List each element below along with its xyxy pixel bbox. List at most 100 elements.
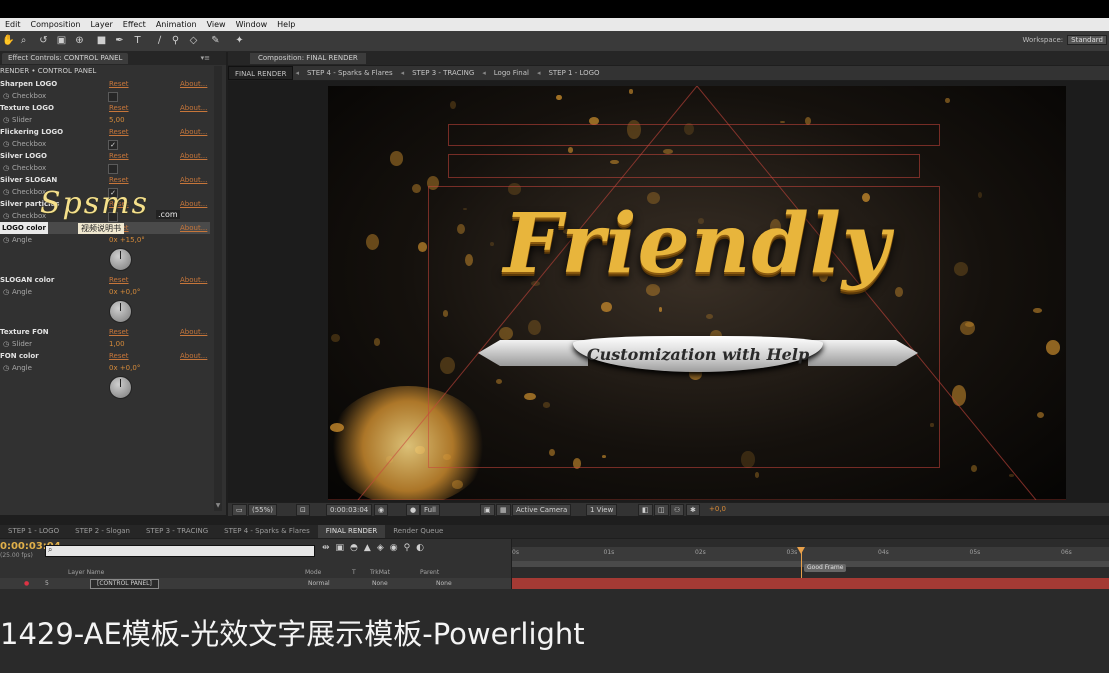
property-checkbox[interactable]: ✓ (108, 140, 118, 150)
always-preview-icon[interactable]: ▭ (232, 504, 247, 516)
zoom-tool-icon[interactable]: ⌕ (18, 35, 29, 46)
breadcrumb-item[interactable]: STEP 4 - Sparks & Flares (301, 66, 399, 80)
transparency-grid-icon[interactable]: ▦ (496, 504, 511, 516)
layer-label-icon[interactable]: ● (24, 578, 29, 589)
effect-row[interactable]: Texture FON Reset About... (0, 326, 210, 338)
menu-composition[interactable]: Composition (26, 18, 86, 31)
angle-dial[interactable] (109, 300, 132, 323)
property-value[interactable]: 0x +0,0° (109, 286, 140, 298)
reset-exposure-icon[interactable]: ✱ (686, 504, 700, 516)
effect-row[interactable]: Silver SLOGAN Reset About... (0, 174, 210, 186)
timeline-tab[interactable]: STEP 4 - Sparks & Flares (216, 525, 318, 538)
camera-tool-icon[interactable]: ▣ (56, 35, 67, 46)
layer-trkmat[interactable]: None (372, 578, 388, 589)
magnification-dropdown[interactable]: (55%) (248, 504, 278, 516)
menu-animation[interactable]: Animation (151, 18, 202, 31)
timeline-tab[interactable]: STEP 1 - LOGO (0, 525, 67, 538)
roto-brush-tool-icon[interactable]: ✎ (210, 35, 221, 46)
effect-reset-link[interactable]: Reset (109, 174, 129, 186)
channel-icon[interactable]: ● (406, 504, 421, 516)
effect-about-link[interactable]: About... (180, 126, 207, 138)
region-of-interest-icon[interactable]: ▣ (480, 504, 495, 516)
menu-window[interactable]: Window (231, 18, 273, 31)
resolution-dropdown[interactable]: Full (420, 504, 440, 516)
pan-behind-tool-icon[interactable]: ⊕ (74, 35, 85, 46)
stopwatch-icon[interactable]: ◷ (3, 114, 9, 126)
panel-menu-icon[interactable]: ▾≡ (201, 52, 210, 65)
flowchart-icon[interactable]: ⚇ (670, 504, 685, 516)
composition-viewer[interactable]: Friendly Customization with Help (228, 81, 1109, 502)
effect-about-link[interactable]: About... (180, 326, 207, 338)
camera-dropdown[interactable]: Active Camera (512, 504, 572, 516)
effect-reset-link[interactable]: Reset (109, 126, 129, 138)
breadcrumb-item[interactable]: Logo Final (488, 66, 535, 80)
stopwatch-icon[interactable]: ◷ (3, 362, 9, 374)
stopwatch-icon[interactable]: ◷ (3, 338, 9, 350)
stopwatch-icon[interactable]: ◷ (3, 234, 9, 246)
timeline-tab[interactable]: STEP 2 - Slogan (67, 525, 138, 538)
effect-reset-link[interactable]: Reset (109, 150, 129, 162)
stopwatch-icon[interactable]: ◷ (3, 162, 9, 174)
fast-previews-icon[interactable]: ◫ (654, 504, 669, 516)
breadcrumb-item[interactable]: STEP 3 - TRACING (406, 66, 480, 80)
timeline-search-input[interactable]: ⌕ (45, 545, 315, 557)
effect-row[interactable]: SLOGAN color Reset About... (0, 274, 210, 286)
stopwatch-icon[interactable]: ◷ (3, 90, 9, 102)
layer-name[interactable]: [CONTROL PANEL] (90, 579, 159, 589)
effect-row[interactable]: Silver LOGO Reset About... (0, 150, 210, 162)
breadcrumb-item[interactable]: FINAL RENDER (228, 66, 294, 80)
effect-reset-link[interactable]: Reset (109, 78, 129, 90)
angle-dial[interactable] (109, 376, 132, 399)
effect-row[interactable]: Flickering LOGO Reset About... (0, 126, 210, 138)
stopwatch-icon[interactable]: ◷ (3, 210, 9, 222)
puppet-tool-icon[interactable]: ✦ (234, 35, 245, 46)
layer-parent[interactable]: None (436, 578, 452, 589)
menu-help[interactable]: Help (272, 18, 300, 31)
effect-about-link[interactable]: About... (180, 78, 207, 90)
property-value[interactable]: 1,00 (109, 338, 125, 350)
angle-dial[interactable] (109, 248, 132, 271)
safe-zones-icon[interactable]: ⊡ (296, 504, 310, 516)
brush-tool-icon[interactable]: ∕ (154, 35, 165, 46)
effect-row[interactable]: FON color Reset About... (0, 350, 210, 362)
effect-reset-link[interactable]: Reset (109, 274, 129, 286)
stopwatch-icon[interactable]: ◷ (3, 186, 9, 198)
effect-about-link[interactable]: About... (180, 174, 207, 186)
effect-reset-link[interactable]: Reset (109, 326, 129, 338)
effect-about-link[interactable]: About... (180, 102, 207, 114)
stopwatch-icon[interactable]: ◷ (3, 286, 9, 298)
view-layout-dropdown[interactable]: 1 View (586, 504, 618, 516)
effect-row[interactable]: Sharpen LOGO Reset About... (0, 78, 210, 90)
layer-mode[interactable]: Normal (308, 578, 330, 589)
property-value[interactable]: 0x +0,0° (109, 362, 140, 374)
effect-reset-link[interactable]: Reset (109, 350, 129, 362)
effect-reset-link[interactable]: Reset (109, 102, 129, 114)
timeline-layer-row[interactable]: ● 5 [CONTROL PANEL] Normal None None (0, 578, 511, 589)
breadcrumb-item[interactable]: STEP 1 - LOGO (542, 66, 605, 80)
menu-layer[interactable]: Layer (85, 18, 117, 31)
property-checkbox[interactable] (108, 164, 118, 174)
timeline-tab[interactable]: FINAL RENDER (317, 525, 386, 538)
time-ruler[interactable]: 0s 01s 02s 03s 04s 05s 06s (512, 547, 1109, 561)
comp-marker[interactable]: Good Frame (804, 564, 847, 572)
current-time-indicator-head[interactable] (797, 547, 805, 554)
workspace-dropdown[interactable]: Standard (1067, 35, 1107, 45)
menu-view[interactable]: View (202, 18, 231, 31)
composition-canvas[interactable]: Friendly Customization with Help (328, 86, 1066, 500)
effect-about-link[interactable]: About... (180, 350, 207, 362)
menu-effect[interactable]: Effect (118, 18, 151, 31)
exposure-value[interactable]: +0,0 (706, 504, 729, 514)
effect-about-link[interactable]: About... (180, 150, 207, 162)
timeline-graph[interactable]: 0s 01s 02s 03s 04s 05s 06s Good Frame (512, 539, 1109, 589)
effect-row[interactable]: Texture LOGO Reset About... (0, 102, 210, 114)
effect-about-link[interactable]: About... (180, 274, 207, 286)
timeline-switch-icons[interactable]: ⇹▣◓▲◈◉⚲◐ (322, 543, 430, 553)
property-value[interactable]: 5,00 (109, 114, 125, 126)
snapshot-icon[interactable]: ◉ (374, 504, 389, 516)
rotate-tool-icon[interactable]: ↺ (38, 35, 49, 46)
pen-tool-icon[interactable]: ✒ (114, 35, 125, 46)
layer-duration-bar[interactable] (512, 578, 1109, 589)
stopwatch-icon[interactable]: ◷ (3, 138, 9, 150)
composition-tab[interactable]: Composition: FINAL RENDER (250, 53, 366, 64)
toggle-pixel-aspect-icon[interactable]: ◧ (638, 504, 653, 516)
